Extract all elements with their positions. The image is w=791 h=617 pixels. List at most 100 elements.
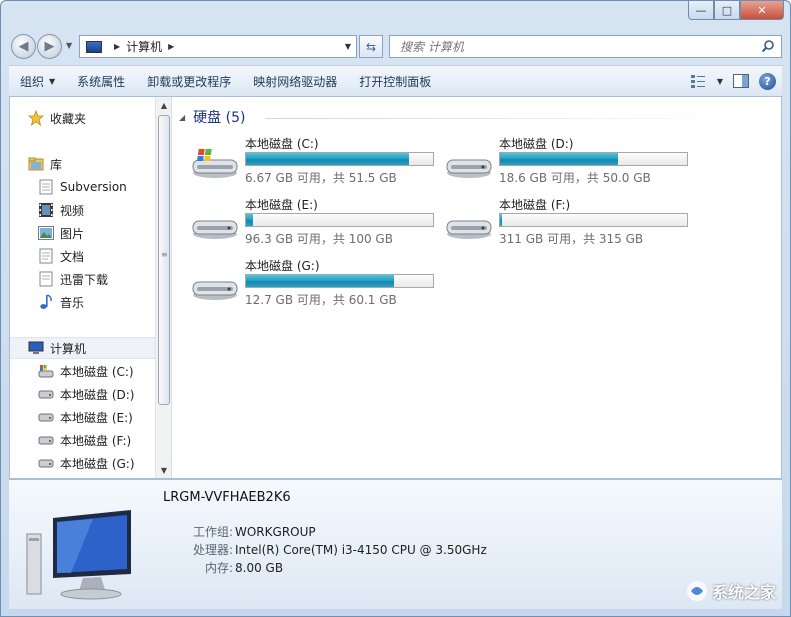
minimize-button[interactable]: —	[688, 1, 714, 20]
change-view-button[interactable]	[690, 73, 707, 89]
sidebar-item-label: 音乐	[60, 295, 85, 310]
sidebar-item-drive-f[interactable]: 本地磁盘 (F:)	[10, 429, 155, 451]
group-title: 硬盘 (5)	[193, 110, 246, 126]
drive-usage-bar	[245, 152, 434, 166]
drive-tile-e[interactable]: 本地磁盘 (E:) 96.3 GB 可用，共 100 GB	[191, 196, 441, 254]
navigation-bar: ◀ ▶ ▼ ▶ 计算机 ▶ ▼ ⇆	[9, 31, 782, 61]
computer-icon	[26, 510, 131, 600]
property-value: 8.00 GB	[235, 561, 284, 575]
group-header-hard-disks[interactable]: ◢ 硬盘 (5)	[179, 107, 245, 127]
sidebar-item-music[interactable]: 音乐	[10, 291, 155, 313]
drive-usage-bar	[245, 213, 434, 227]
sidebar-item-label: 本地磁盘 (D:)	[60, 387, 135, 402]
sidebar-item-library[interactable]: 库	[10, 153, 155, 175]
breadcrumb-computer[interactable]: 计算机	[126, 38, 162, 55]
drive-space-info: 311 GB 可用，共 315 GB	[499, 232, 644, 246]
address-bar[interactable]: ▶ 计算机 ▶ ▼	[79, 35, 357, 58]
sidebar-item-documents[interactable]: 文档	[10, 245, 155, 267]
drive-tile-d[interactable]: 本地磁盘 (D:) 18.6 GB 可用，共 50.0 GB	[445, 135, 695, 193]
workgroup-property: 工作组: WORKGROUP	[163, 523, 316, 540]
processor-property: 处理器: Intel(R) Core(TM) i3-4150 CPU @ 3.50…	[163, 541, 487, 558]
hard-drive-icon	[192, 220, 238, 239]
navigation-pane: 收藏夹 库 Subversion 视频 图片 文档 迅雷下载 音乐 计算机 本地…	[10, 97, 172, 478]
system-drive-icon	[38, 363, 54, 379]
drive-tile-g[interactable]: 本地磁盘 (G:) 12.7 GB 可用，共 60.1 GB	[191, 257, 441, 315]
drive-tile-f[interactable]: 本地磁盘 (F:) 311 GB 可用，共 315 GB	[445, 196, 695, 254]
address-dropdown-icon[interactable]: ▼	[345, 42, 351, 51]
sidebar-item-drive-d[interactable]: 本地磁盘 (D:)	[10, 383, 155, 405]
hard-drive-icon	[446, 159, 492, 178]
organize-menu[interactable]: 组织 ▼	[9, 67, 66, 95]
sidebar-item-label: 库	[50, 157, 63, 172]
drive-space-info: 6.67 GB 可用，共 51.5 GB	[245, 171, 397, 185]
drive-usage-bar	[245, 274, 434, 288]
chevron-down-icon: ▼	[49, 76, 56, 86]
preview-pane-icon	[733, 74, 749, 88]
arrow-left-icon: ◀	[18, 39, 29, 54]
drive-space-info: 12.7 GB 可用，共 60.1 GB	[245, 293, 397, 307]
hard-drive-icon	[446, 220, 492, 239]
search-input[interactable]	[400, 39, 740, 54]
drive-usage-fill	[246, 275, 394, 287]
main-area: 收藏夹 库 Subversion 视频 图片 文档 迅雷下载 音乐 计算机 本地…	[9, 97, 782, 479]
breadcrumb-separator-icon[interactable]: ▶	[114, 42, 120, 51]
sidebar-item-label: 收藏夹	[50, 111, 87, 126]
watermark-logo-icon	[686, 581, 707, 601]
hard-drive-icon	[38, 455, 54, 471]
hard-drive-icon	[38, 432, 54, 448]
navigation-scrollbar[interactable]: ▲ ≡ ▼	[155, 97, 171, 478]
search-box[interactable]	[389, 35, 782, 58]
watermark-text: 系统之家	[711, 583, 776, 602]
drive-name: 本地磁盘 (G:)	[245, 259, 320, 273]
scroll-up-arrow-icon[interactable]: ▲	[156, 97, 172, 113]
sidebar-item-drive-e[interactable]: 本地磁盘 (E:)	[10, 406, 155, 428]
sidebar-item-label: 本地磁盘 (G:)	[60, 456, 135, 471]
property-value: WORKGROUP	[235, 525, 316, 539]
view-icon	[690, 75, 705, 88]
hard-drive-icon	[38, 386, 54, 402]
open-control-panel-button[interactable]: 打开控制面板	[348, 67, 442, 95]
details-pane: LRGM-VVFHAEB2K6 工作组: WORKGROUP 处理器: Intel(…	[9, 479, 782, 609]
uninstall-program-button[interactable]: 卸载或更改程序	[136, 67, 242, 95]
drive-usage-fill	[246, 214, 254, 226]
breadcrumb-separator-icon[interactable]: ▶	[168, 42, 174, 51]
help-button[interactable]: ?	[759, 72, 776, 90]
map-network-drive-button[interactable]: 映射网络驱动器	[242, 67, 348, 95]
property-value: Intel(R) Core(TM) i3-4150 CPU @ 3.50GHz	[235, 543, 487, 557]
drive-tile-c[interactable]: 本地磁盘 (C:) 6.67 GB 可用，共 51.5 GB	[191, 135, 441, 193]
sidebar-item-label: 迅雷下载	[60, 272, 109, 287]
forward-button[interactable]: ▶	[37, 34, 62, 59]
recent-pages-dropdown[interactable]: ▼	[66, 41, 72, 50]
view-dropdown-icon[interactable]: ▼	[717, 77, 723, 86]
sidebar-item-videos[interactable]: 视频	[10, 199, 155, 221]
close-button[interactable]: ✕	[740, 1, 784, 20]
system-properties-button[interactable]: 系统属性	[66, 67, 136, 95]
sidebar-item-subversion[interactable]: Subversion	[10, 176, 155, 198]
scroll-down-arrow-icon[interactable]: ▼	[156, 462, 172, 478]
sidebar-item-thunder-downloads[interactable]: 迅雷下载	[10, 268, 155, 290]
drive-name: 本地磁盘 (C:)	[245, 137, 319, 151]
sidebar-item-drive-c[interactable]: 本地磁盘 (C:)	[10, 360, 155, 382]
collapse-triangle-icon[interactable]: ◢	[179, 113, 185, 122]
property-key: 内存:	[204, 561, 233, 575]
watermark: 系统之家	[686, 579, 776, 603]
navigation-tree: 收藏夹 库 Subversion 视频 图片 文档 迅雷下载 音乐 计算机 本地…	[10, 97, 155, 478]
refresh-button[interactable]: ⇆	[359, 35, 383, 58]
search-icon[interactable]	[761, 39, 775, 53]
sidebar-item-computer[interactable]: 计算机	[10, 337, 155, 359]
maximize-button[interactable]: □	[714, 1, 740, 20]
sidebar-item-label: Subversion	[60, 180, 127, 194]
hard-drive-icon	[38, 409, 54, 425]
scrollbar-thumb[interactable]: ≡	[158, 115, 170, 405]
explorer-window: — □ ✕ ◀ ▶ ▼ ▶ 计算机 ▶ ▼ ⇆ 搜索 计算机 组织 ▼ 系统属性…	[0, 0, 791, 617]
sidebar-item-drive-g[interactable]: 本地磁盘 (G:)	[10, 452, 155, 474]
documents-icon	[38, 248, 54, 264]
film-icon	[38, 202, 54, 218]
sidebar-item-favorites[interactable]: 收藏夹	[10, 107, 155, 129]
sidebar-item-pictures[interactable]: 图片	[10, 222, 155, 244]
computer-icon	[86, 40, 102, 53]
computer-icon	[28, 340, 44, 356]
organize-label: 组织	[20, 74, 45, 89]
back-button[interactable]: ◀	[11, 34, 36, 59]
preview-pane-button[interactable]	[733, 73, 749, 89]
